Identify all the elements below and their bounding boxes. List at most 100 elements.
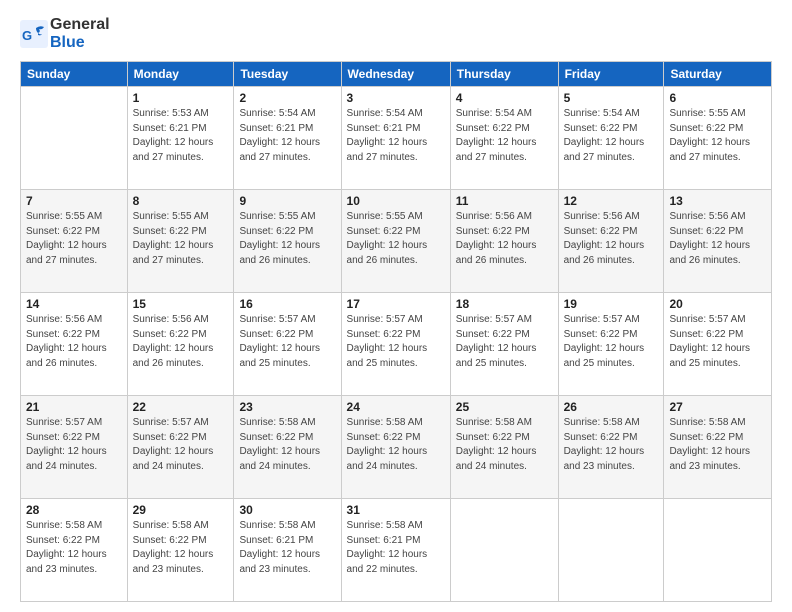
- calendar-day-cell: 28 Sunrise: 5:58 AMSunset: 6:22 PMDayligh…: [21, 499, 128, 602]
- calendar-day-cell: 16 Sunrise: 5:57 AMSunset: 6:22 PMDayligh…: [234, 293, 341, 396]
- calendar-day-cell: 14 Sunrise: 5:56 AMSunset: 6:22 PMDayligh…: [21, 293, 128, 396]
- calendar-day-cell: 3 Sunrise: 5:54 AMSunset: 6:21 PMDaylight…: [341, 87, 450, 190]
- calendar-day-cell: 24 Sunrise: 5:58 AMSunset: 6:22 PMDayligh…: [341, 396, 450, 499]
- calendar-week-row: 1 Sunrise: 5:53 AMSunset: 6:21 PMDaylight…: [21, 87, 772, 190]
- calendar-day-cell: 10Sunrise: 5:55 AMSunset: 6:22 PMDayligh…: [341, 190, 450, 293]
- day-info: Sunrise: 5:58 AMSunset: 6:22 PMDaylight:…: [239, 416, 335, 474]
- logo-general: General: [50, 16, 110, 34]
- day-number: 13: [669, 194, 766, 208]
- day-number: 25: [456, 400, 553, 414]
- calendar-day-cell: 29Sunrise: 5:58 AMSunset: 6:22 PMDayligh…: [127, 499, 234, 602]
- calendar-week-row: 28 Sunrise: 5:58 AMSunset: 6:22 PMDayligh…: [21, 499, 772, 602]
- calendar-day-cell: 4 Sunrise: 5:54 AMSunset: 6:22 PMDaylight…: [450, 87, 558, 190]
- day-info: Sunrise: 5:54 AMSunset: 6:22 PMDaylight:…: [456, 107, 553, 165]
- calendar-day-cell: 11Sunrise: 5:56 AMSunset: 6:22 PMDayligh…: [450, 190, 558, 293]
- day-number: 19: [564, 297, 659, 311]
- calendar-week-row: 7 Sunrise: 5:55 AMSunset: 6:22 PMDaylight…: [21, 190, 772, 293]
- day-number: 5: [564, 91, 659, 105]
- day-number: 8: [133, 194, 229, 208]
- calendar-day-cell: 13 Sunrise: 5:56 AMSunset: 6:22 PMDayligh…: [664, 190, 772, 293]
- day-info: Sunrise: 5:58 AMSunset: 6:22 PMDaylight:…: [669, 416, 766, 474]
- day-info: Sunrise: 5:57 AMSunset: 6:22 PMDaylight:…: [347, 313, 445, 371]
- calendar-day-cell: [664, 499, 772, 602]
- day-number: 31: [347, 503, 445, 517]
- calendar-day-cell: [450, 499, 558, 602]
- header: G General Blue: [20, 16, 772, 51]
- calendar-week-row: 21 Sunrise: 5:57 AMSunset: 6:22 PMDayligh…: [21, 396, 772, 499]
- day-info: Sunrise: 5:53 AMSunset: 6:21 PMDaylight:…: [133, 107, 229, 165]
- day-number: 7: [26, 194, 122, 208]
- calendar-day-cell: [558, 499, 664, 602]
- day-info: Sunrise: 5:57 AMSunset: 6:22 PMDaylight:…: [456, 313, 553, 371]
- day-number: 30: [239, 503, 335, 517]
- day-number: 17: [347, 297, 445, 311]
- day-info: Sunrise: 5:55 AMSunset: 6:22 PMDaylight:…: [669, 107, 766, 165]
- day-info: Sunrise: 5:58 AMSunset: 6:21 PMDaylight:…: [239, 519, 335, 577]
- day-number: 24: [347, 400, 445, 414]
- day-info: Sunrise: 5:58 AMSunset: 6:22 PMDaylight:…: [564, 416, 659, 474]
- calendar-table: SundayMondayTuesdayWednesdayThursdayFrid…: [20, 61, 772, 602]
- day-number: 21: [26, 400, 122, 414]
- calendar-day-cell: 12 Sunrise: 5:56 AMSunset: 6:22 PMDayligh…: [558, 190, 664, 293]
- day-number: 18: [456, 297, 553, 311]
- day-info: Sunrise: 5:54 AMSunset: 6:22 PMDaylight:…: [564, 107, 659, 165]
- day-info: Sunrise: 5:57 AMSunset: 6:22 PMDaylight:…: [26, 416, 122, 474]
- calendar-day-cell: 17 Sunrise: 5:57 AMSunset: 6:22 PMDayligh…: [341, 293, 450, 396]
- day-number: 6: [669, 91, 766, 105]
- calendar-day-cell: 25Sunrise: 5:58 AMSunset: 6:22 PMDayligh…: [450, 396, 558, 499]
- day-info: Sunrise: 5:58 AMSunset: 6:22 PMDaylight:…: [26, 519, 122, 577]
- weekday-cell: Saturday: [664, 62, 772, 87]
- day-number: 16: [239, 297, 335, 311]
- day-number: 1: [133, 91, 229, 105]
- day-info: Sunrise: 5:58 AMSunset: 6:22 PMDaylight:…: [133, 519, 229, 577]
- calendar-day-cell: 18 Sunrise: 5:57 AMSunset: 6:22 PMDayligh…: [450, 293, 558, 396]
- weekday-cell: Wednesday: [341, 62, 450, 87]
- weekday-cell: Friday: [558, 62, 664, 87]
- day-info: Sunrise: 5:56 AMSunset: 6:22 PMDaylight:…: [564, 210, 659, 268]
- calendar-day-cell: 7 Sunrise: 5:55 AMSunset: 6:22 PMDaylight…: [21, 190, 128, 293]
- day-number: 10: [347, 194, 445, 208]
- day-info: Sunrise: 5:57 AMSunset: 6:22 PMDaylight:…: [239, 313, 335, 371]
- weekday-cell: Thursday: [450, 62, 558, 87]
- day-number: 4: [456, 91, 553, 105]
- weekday-cell: Sunday: [21, 62, 128, 87]
- calendar-day-cell: 23 Sunrise: 5:58 AMSunset: 6:22 PMDayligh…: [234, 396, 341, 499]
- day-number: 9: [239, 194, 335, 208]
- calendar-header: SundayMondayTuesdayWednesdayThursdayFrid…: [21, 62, 772, 87]
- day-number: 2: [239, 91, 335, 105]
- calendar-day-cell: 31Sunrise: 5:58 AMSunset: 6:21 PMDayligh…: [341, 499, 450, 602]
- calendar-day-cell: 9 Sunrise: 5:55 AMSunset: 6:22 PMDaylight…: [234, 190, 341, 293]
- calendar-day-cell: 19 Sunrise: 5:57 AMSunset: 6:22 PMDayligh…: [558, 293, 664, 396]
- day-info: Sunrise: 5:58 AMSunset: 6:22 PMDaylight:…: [347, 416, 445, 474]
- calendar-day-cell: 6 Sunrise: 5:55 AMSunset: 6:22 PMDaylight…: [664, 87, 772, 190]
- day-number: 12: [564, 194, 659, 208]
- logo-blue: Blue: [50, 34, 110, 52]
- day-info: Sunrise: 5:55 AMSunset: 6:22 PMDaylight:…: [26, 210, 122, 268]
- calendar-day-cell: [21, 87, 128, 190]
- day-number: 14: [26, 297, 122, 311]
- day-info: Sunrise: 5:56 AMSunset: 6:22 PMDaylight:…: [669, 210, 766, 268]
- calendar-day-cell: 26Sunrise: 5:58 AMSunset: 6:22 PMDayligh…: [558, 396, 664, 499]
- day-info: Sunrise: 5:55 AMSunset: 6:22 PMDaylight:…: [239, 210, 335, 268]
- day-info: Sunrise: 5:54 AMSunset: 6:21 PMDaylight:…: [347, 107, 445, 165]
- calendar-body: 1 Sunrise: 5:53 AMSunset: 6:21 PMDaylight…: [21, 87, 772, 602]
- svg-text:G: G: [22, 28, 32, 43]
- calendar-day-cell: 8Sunrise: 5:55 AMSunset: 6:22 PMDaylight…: [127, 190, 234, 293]
- page: G General Blue SundayMondayTuesdayWednes…: [0, 0, 792, 612]
- weekday-cell: Monday: [127, 62, 234, 87]
- day-number: 28: [26, 503, 122, 517]
- calendar-day-cell: 30 Sunrise: 5:58 AMSunset: 6:21 PMDayligh…: [234, 499, 341, 602]
- calendar-day-cell: 5 Sunrise: 5:54 AMSunset: 6:22 PMDaylight…: [558, 87, 664, 190]
- calendar-day-cell: 20Sunrise: 5:57 AMSunset: 6:22 PMDayligh…: [664, 293, 772, 396]
- calendar-day-cell: 27Sunrise: 5:58 AMSunset: 6:22 PMDayligh…: [664, 396, 772, 499]
- day-info: Sunrise: 5:57 AMSunset: 6:22 PMDaylight:…: [564, 313, 659, 371]
- day-number: 23: [239, 400, 335, 414]
- weekday-row: SundayMondayTuesdayWednesdayThursdayFrid…: [21, 62, 772, 87]
- logo: G General Blue: [20, 16, 110, 51]
- calendar-day-cell: 21 Sunrise: 5:57 AMSunset: 6:22 PMDayligh…: [21, 396, 128, 499]
- day-number: 20: [669, 297, 766, 311]
- day-info: Sunrise: 5:57 AMSunset: 6:22 PMDaylight:…: [133, 416, 229, 474]
- day-info: Sunrise: 5:56 AMSunset: 6:22 PMDaylight:…: [26, 313, 122, 371]
- day-number: 3: [347, 91, 445, 105]
- calendar-day-cell: 15Sunrise: 5:56 AMSunset: 6:22 PMDayligh…: [127, 293, 234, 396]
